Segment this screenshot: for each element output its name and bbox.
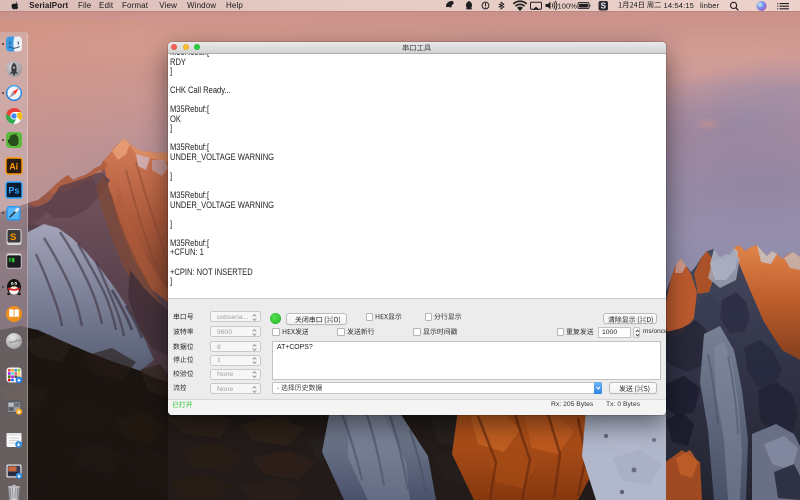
svg-text:Ps: Ps [8,186,19,196]
svg-text:S: S [601,2,607,11]
svg-text:$▮: $▮ [8,256,14,263]
svg-text:Ai: Ai [9,162,18,172]
svg-text:100%: 100% [558,1,578,10]
svg-text:S: S [10,232,16,243]
